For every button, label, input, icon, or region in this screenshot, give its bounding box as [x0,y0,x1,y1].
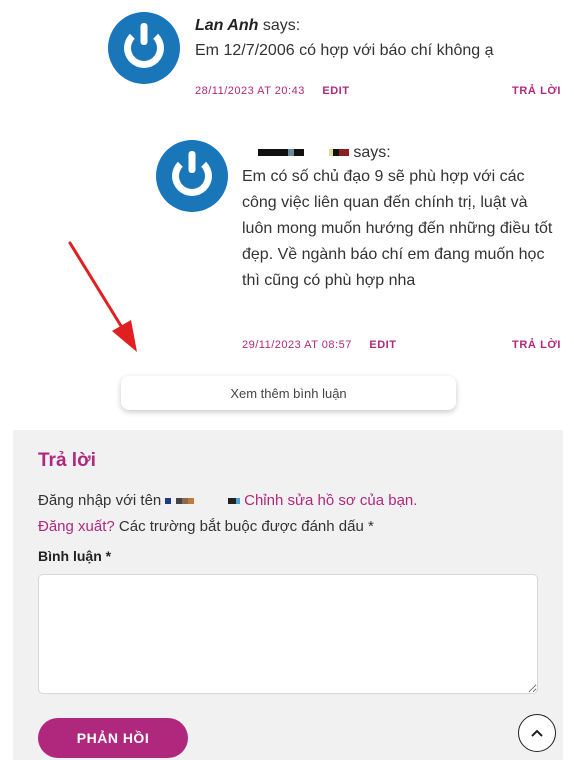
reply-form-title: Trả lời [38,450,96,471]
says-label: says: [262,17,301,34]
logged-in-notice: Đăng nhập với tên Chỉnh sửa hồ sơ của bạ… [38,488,538,540]
chevron-up-icon [531,729,543,737]
comment-author-line: says: [258,144,391,162]
scroll-to-top-button[interactable] [518,714,556,752]
comment-reply: says: Em có số chủ đạo 9 sẽ phù hợp với … [0,130,574,360]
reply-form: Trả lời Đăng nhập với tên Chỉnh sửa hồ s… [13,430,563,760]
edit-link[interactable]: EDIT [369,339,396,351]
avatar-icon [156,140,228,212]
comment-textarea[interactable] [38,574,538,694]
logout-link[interactable]: Đăng xuất? [38,518,115,535]
redacted-username [165,492,244,509]
says-label: says: [353,144,391,161]
comment-meta: 28/11/2023 AT 20:43 EDIT [195,85,349,97]
comment-date[interactable]: 29/11/2023 AT 08:57 [242,339,352,351]
comment-field-label: Bình luận * [38,548,112,564]
edit-profile-link[interactable]: Chỉnh sửa hồ sơ của bạn. [244,492,417,509]
required-fields-note: Các trường bắt buộc được đánh dấu * [118,518,374,535]
submit-reply-button[interactable]: PHẢN HỒI [38,718,188,758]
load-more-comments-button[interactable]: Xem thêm bình luận [121,376,456,410]
comment-text: Em 12/7/2006 có hợp với báo chí không ạ [195,42,494,59]
logged-in-prefix: Đăng nhập với tên [38,492,162,509]
comment-lan-anh: Lan Anh says: Em 12/7/2006 có hợp với bá… [0,0,574,110]
comment-text: Em có số chủ đạo 9 sẽ phù hợp với các cô… [242,168,553,289]
avatar-icon [108,12,180,84]
comment-date[interactable]: 28/11/2023 AT 20:43 [195,85,305,97]
reply-link[interactable]: TRẢ LỜI [512,339,561,351]
reply-link[interactable]: TRẢ LỜI [512,85,561,97]
comment-author[interactable]: Lan Anh [195,17,258,34]
comment-author-line: Lan Anh says: [195,17,300,35]
redacted-author-name [258,144,353,161]
comment-meta: 29/11/2023 AT 08:57 EDIT [242,339,396,351]
edit-link[interactable]: EDIT [322,85,349,97]
